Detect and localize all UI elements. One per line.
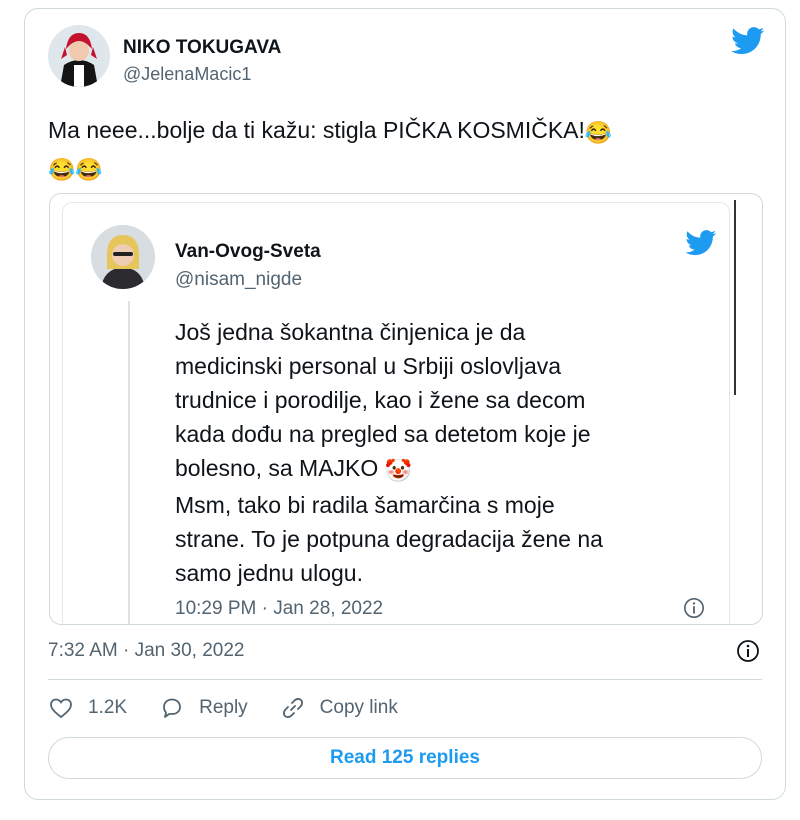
quoted-author-avatar xyxy=(91,225,155,289)
link-icon xyxy=(282,698,303,718)
quoted-line: strane. To je potpuna degradacija žene n… xyxy=(175,526,603,552)
author-handle[interactable]: @JelenaMacic1 xyxy=(123,64,251,85)
quoted-author-name: Van-Ovog-Sveta xyxy=(175,241,321,262)
quoted-tweet-screenshot: Van-Ovog-Sveta @nisam_nigde Još jedna šo… xyxy=(62,202,730,624)
read-replies-button[interactable]: Read 125 replies xyxy=(48,737,762,779)
reply-button[interactable]: Reply xyxy=(159,696,248,720)
quoted-line: bolesno, sa MAJKO xyxy=(175,455,379,481)
author-name[interactable]: NIKO TOKUGAVA xyxy=(123,37,281,59)
joy-emoji: 😂 xyxy=(75,157,103,182)
reply-icon xyxy=(163,698,181,718)
divider xyxy=(48,679,762,680)
heart-icon xyxy=(50,698,72,719)
author-avatar[interactable] xyxy=(48,25,110,87)
quoted-author-handle: @nisam_nigde xyxy=(175,269,303,290)
twitter-bird-icon[interactable] xyxy=(731,27,765,55)
info-icon xyxy=(684,598,704,618)
joy-emoji: 😂 xyxy=(48,157,76,182)
quoted-line: samo jednu ulogu. xyxy=(175,560,363,586)
like-count: 1.2K xyxy=(88,697,128,718)
thread-line xyxy=(128,301,130,624)
quoted-tweet-text: Još jedna šokantna činjenica je da medic… xyxy=(175,315,715,590)
joy-emoji: 😂 xyxy=(584,120,613,145)
copy-link-label: Copy link xyxy=(319,697,398,718)
scrollbar[interactable] xyxy=(734,200,736,395)
tweet-body: Ma neee...bolje da ti kažu: stigla PIČKA… xyxy=(48,117,585,143)
quoted-tweet-embed[interactable]: Van-Ovog-Sveta @nisam_nigde Još jedna šo… xyxy=(49,193,763,625)
twitter-bird-icon xyxy=(685,230,717,256)
quoted-line: medicinski personal u Srbiji oslovljava xyxy=(175,353,562,379)
info-icon[interactable] xyxy=(736,639,760,663)
quoted-line: Msm, tako bi radila šamarčina s moje xyxy=(175,492,555,518)
copy-link-button[interactable]: Copy link xyxy=(280,696,398,720)
reply-label: Reply xyxy=(199,697,248,718)
quoted-line: kada dođu na pregled sa detetom koje je xyxy=(175,421,591,447)
action-bar: 1.2K Reply Copy link xyxy=(48,693,430,723)
like-button[interactable]: 1.2K xyxy=(48,696,127,720)
tweet-text: Ma neee...bolje da ti kažu: stigla PIČKA… xyxy=(48,113,758,187)
clown-emoji: 🤡 xyxy=(384,458,413,483)
tweet-card: NIKO TOKUGAVA @JelenaMacic1 Ma neee...bo… xyxy=(24,8,786,800)
quoted-line: Još jedna šokantna činjenica je da xyxy=(175,319,526,345)
quoted-line: trudnice i porodilje, kao i žene sa deco… xyxy=(175,387,586,413)
quoted-timestamp: 10:29 PM · Jan 28, 2022 xyxy=(175,598,384,619)
tweet-timestamp[interactable]: 7:32 AM · Jan 30, 2022 xyxy=(48,640,244,662)
